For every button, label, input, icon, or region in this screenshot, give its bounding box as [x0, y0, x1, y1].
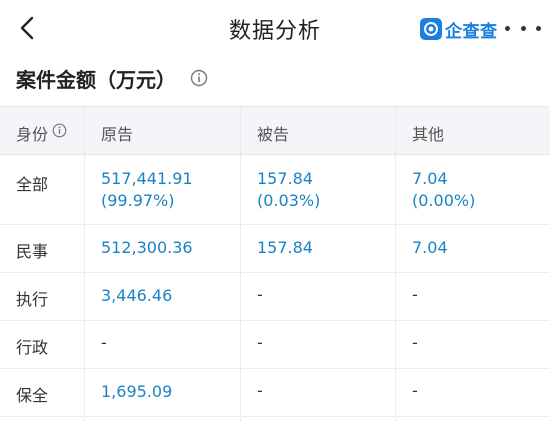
more-dot-icon: [536, 25, 541, 31]
value-cell: -: [240, 273, 395, 320]
row-label: 民事: [16, 242, 49, 261]
table-row: 保全 1,695.09 - -: [0, 369, 550, 417]
table-row-partial: [0, 417, 550, 422]
more-dot-icon: [505, 25, 510, 31]
value-cell: 157.84 (0.03%): [240, 155, 395, 224]
value-cell: 7.04 (0.00%): [395, 155, 550, 224]
value-cell: 3,446.46: [84, 273, 240, 320]
value-cell: 517,441.91 (99.97%): [84, 155, 240, 224]
info-icon[interactable]: [52, 123, 67, 138]
header-defendant: 被告: [257, 125, 290, 144]
plaintiff-value[interactable]: 1,695.09: [101, 381, 172, 403]
info-icon[interactable]: [190, 69, 208, 87]
brand-name: 企查查: [445, 21, 498, 42]
row-label: 执行: [16, 290, 49, 309]
header-cell: 被告: [240, 107, 395, 154]
defendant-value: -: [257, 285, 263, 304]
plaintiff-value: -: [101, 333, 107, 352]
defendant-value[interactable]: 157.84: [257, 237, 313, 259]
value-cell: -: [240, 369, 395, 416]
header-identity: 身份: [16, 125, 49, 144]
value-cell: -: [395, 321, 550, 368]
other-value: -: [412, 333, 418, 352]
amount-table: 身份 原告 被告 其他 全部 517,441.91 (99.97%) 157.8…: [0, 106, 550, 422]
row-label: 全部: [16, 175, 49, 194]
brand-logo-icon: [420, 18, 442, 40]
table-header-row: 身份 原告 被告 其他: [0, 107, 550, 155]
value-cell: [240, 417, 395, 422]
defendant-percent[interactable]: (0.03%): [257, 190, 320, 212]
row-label: 行政: [16, 338, 49, 357]
header-cell: 其他: [395, 107, 550, 154]
more-options-button[interactable]: [505, 18, 541, 38]
top-bar: 数据分析 企查查: [0, 0, 550, 58]
section-title: 案件金额（万元）: [16, 68, 176, 92]
other-value[interactable]: 7.04: [412, 168, 448, 190]
table-row: 全部 517,441.91 (99.97%) 157.84 (0.03%) 7.…: [0, 155, 550, 225]
plaintiff-value[interactable]: 512,300.36: [101, 237, 193, 259]
value-cell: -: [240, 321, 395, 368]
value-cell: 512,300.36: [84, 225, 240, 272]
row-label-cell: 保全: [0, 369, 84, 416]
value-cell: 7.04: [395, 225, 550, 272]
row-label-cell: 全部: [0, 155, 84, 224]
table-row: 行政 - - -: [0, 321, 550, 369]
value-cell: 157.84: [240, 225, 395, 272]
section-header: 案件金额（万元）: [0, 58, 550, 102]
other-percent[interactable]: (0.00%): [412, 190, 475, 212]
more-dot-icon: [520, 25, 526, 31]
row-label: 保全: [16, 386, 49, 405]
value-cell: [84, 417, 240, 422]
plaintiff-value[interactable]: 517,441.91: [101, 168, 193, 190]
value-cell: -: [84, 321, 240, 368]
value-cell: -: [395, 273, 550, 320]
row-label-cell: 执行: [0, 273, 84, 320]
defendant-value: -: [257, 333, 263, 352]
table-row: 民事 512,300.36 157.84 7.04: [0, 225, 550, 273]
header-plaintiff: 原告: [101, 125, 134, 144]
value-cell: -: [395, 369, 550, 416]
header-cell: 身份: [0, 107, 84, 154]
value-cell: 1,695.09: [84, 369, 240, 416]
plaintiff-percent[interactable]: (99.97%): [101, 190, 175, 212]
other-value: -: [412, 285, 418, 304]
other-value[interactable]: 7.04: [412, 237, 448, 259]
value-cell: [395, 417, 550, 422]
other-value: -: [412, 381, 418, 400]
row-label-cell: 民事: [0, 225, 84, 272]
brand-link[interactable]: 企查查: [420, 16, 498, 42]
header-other: 其他: [412, 125, 445, 144]
table-row: 执行 3,446.46 - -: [0, 273, 550, 321]
header-cell: 原告: [84, 107, 240, 154]
row-label-cell: 行政: [0, 321, 84, 368]
defendant-value: -: [257, 381, 263, 400]
plaintiff-value[interactable]: 3,446.46: [101, 285, 172, 307]
defendant-value[interactable]: 157.84: [257, 168, 313, 190]
